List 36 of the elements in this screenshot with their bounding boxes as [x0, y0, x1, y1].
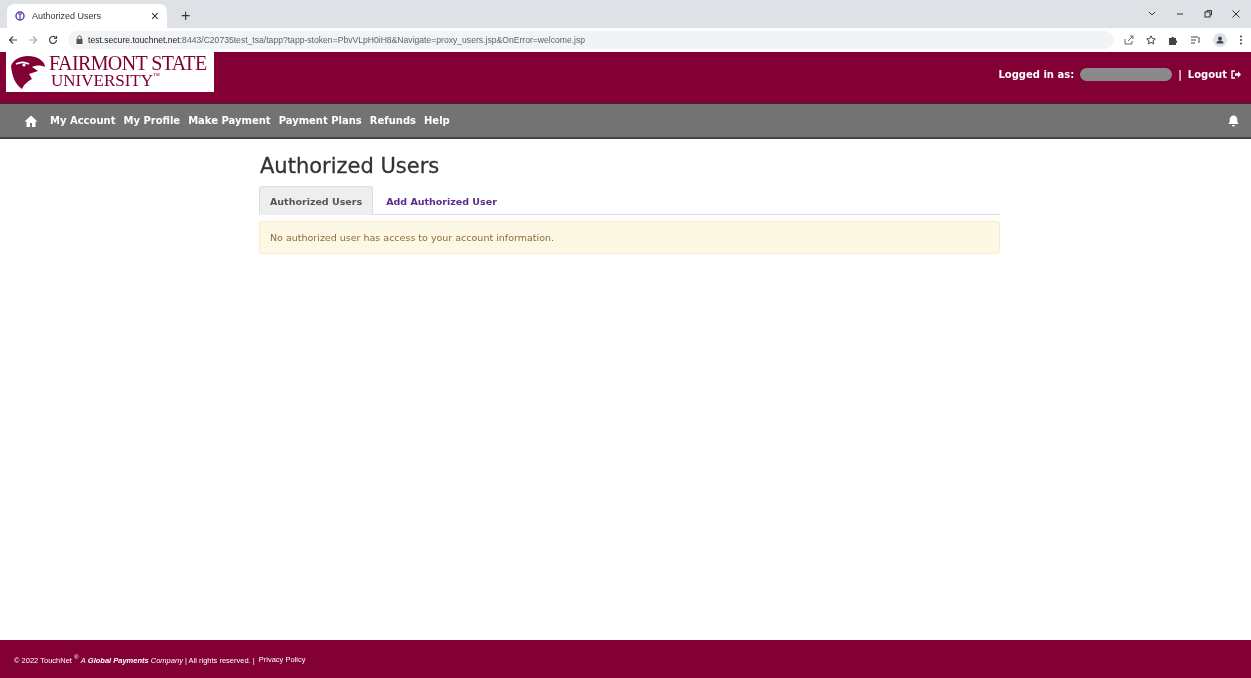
media-queue-icon[interactable]: [1190, 34, 1201, 45]
lock-icon: [76, 35, 83, 44]
info-alert: No authorized user has access to your account information.: [259, 221, 1000, 254]
home-icon[interactable]: [24, 114, 38, 127]
hawk-head-icon: [8, 54, 46, 90]
tab[interactable]: Add Authorized User: [375, 187, 508, 215]
nav-link[interactable]: Help: [424, 115, 450, 126]
nav-link[interactable]: My Profile: [123, 115, 181, 126]
bell-icon[interactable]: [1228, 114, 1239, 127]
nav-link[interactable]: Payment Plans: [278, 115, 362, 126]
close-icon[interactable]: [1231, 9, 1241, 19]
browser-tab[interactable]: Authorized Users ×: [7, 4, 167, 28]
tab-title: Authorized Users: [32, 11, 103, 21]
share-icon[interactable]: [1124, 34, 1134, 45]
site-favicon-icon: [15, 11, 25, 21]
star-icon[interactable]: [1146, 34, 1156, 45]
back-arrow-icon[interactable]: [8, 34, 18, 45]
logout-link[interactable]: Logout: [1187, 69, 1241, 80]
logo-wordmark: FAIRMONT STATE: [49, 54, 207, 74]
address-bar[interactable]: test.secure.touchnet.net:8443/C20735test_tsa/tapp?tapp-stoken=PbvVLpH0iH8&Navigate=proxy_users.jsp&OnError=welcome.jsp: [68, 30, 1114, 49]
page-title: Authorized Users: [260, 154, 441, 178]
nav-link[interactable]: My Account: [50, 115, 116, 126]
nav-link[interactable]: Make Payment: [188, 115, 271, 126]
separator-text: |: [1178, 69, 1182, 80]
new-tab-button[interactable]: +: [181, 7, 191, 25]
reload-icon[interactable]: [48, 34, 58, 45]
more-options-icon[interactable]: [1239, 34, 1243, 45]
profile-avatar-icon[interactable]: [1213, 32, 1227, 47]
url-text: test.secure.touchnet.net:8443/C20735test_tsa/tapp?tapp-stoken=PbvVLpH0iH8&Navigate=proxy_users.jsp&OnError=welcome.jsp: [88, 34, 586, 45]
puzzle-piece-icon[interactable]: [1168, 34, 1178, 45]
nav-link[interactable]: Refunds: [369, 115, 416, 126]
restore-icon[interactable]: [1203, 9, 1213, 19]
sign-out-icon: [1231, 70, 1241, 79]
tab[interactable]: Authorized Users: [259, 186, 374, 215]
logged-in-label: Logged in as:: [998, 69, 1075, 80]
close-tab-button[interactable]: ×: [150, 8, 159, 24]
